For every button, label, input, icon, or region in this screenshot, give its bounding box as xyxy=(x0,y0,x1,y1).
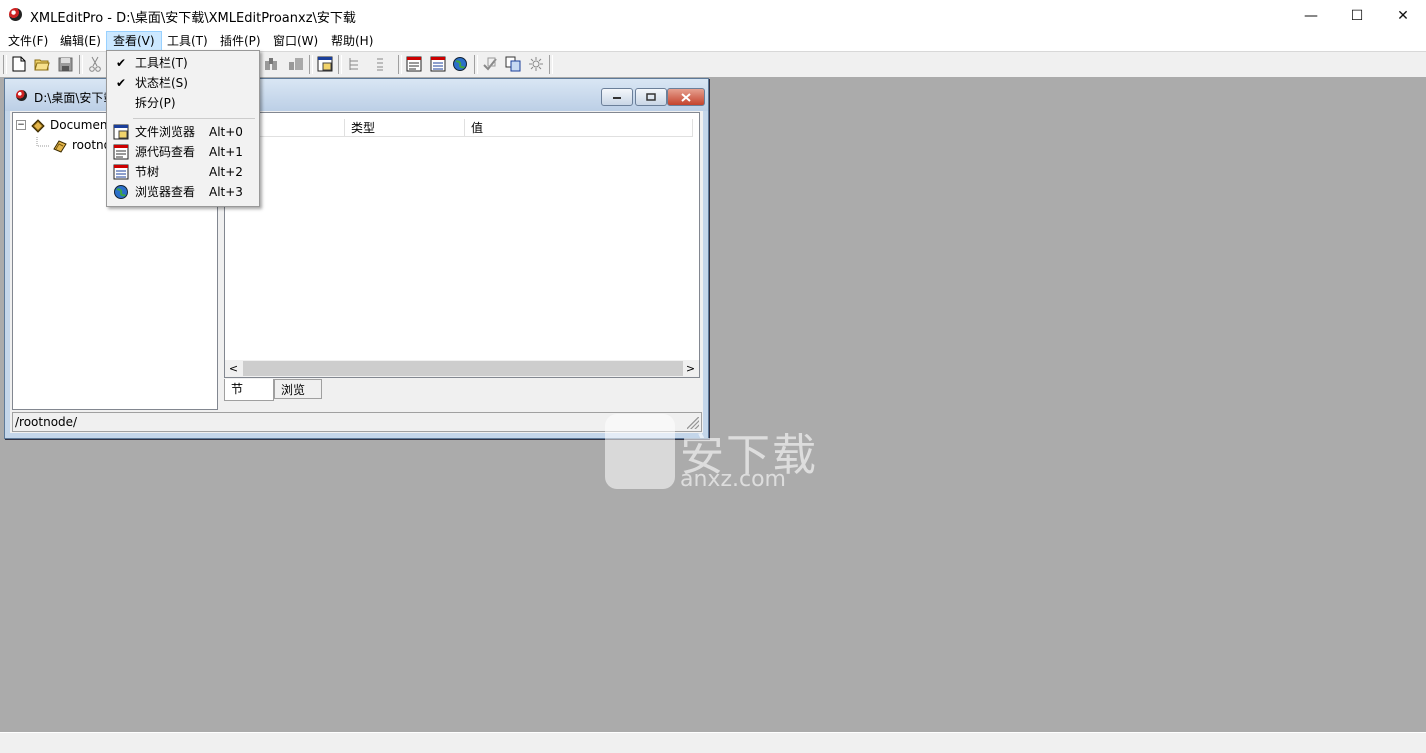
maximize-button[interactable]: ☐ xyxy=(1334,0,1380,31)
scroll-left-icon[interactable]: < xyxy=(225,360,242,377)
section-tree-icon[interactable] xyxy=(429,55,447,73)
cut-icon[interactable] xyxy=(86,55,104,73)
menu-tools[interactable]: 工具(T) xyxy=(161,32,214,50)
tree-node-document[interactable]: − Documen xyxy=(16,117,107,133)
menu-item-label: 文件浏览器 xyxy=(135,125,196,139)
toolbar-separator xyxy=(338,55,342,74)
menu-item-browser-view[interactable]: 浏览器查看 Alt+3 xyxy=(109,182,257,202)
tab-browse[interactable]: 浏览 xyxy=(274,379,322,399)
globe-icon xyxy=(114,185,128,199)
menu-item-section-tree[interactable]: 节树 Alt+2 xyxy=(109,162,257,182)
window-title: XMLEditPro - D:\桌面\安下载\XMLEditProanxz\安下… xyxy=(30,11,356,26)
menu-item-file-browser[interactable]: 文件浏览器 Alt+0 xyxy=(109,122,257,142)
element-node-icon xyxy=(53,140,67,153)
menu-item-label: 拆分(P) xyxy=(135,96,176,110)
file-browser-icon xyxy=(113,124,129,140)
menu-item-source-view[interactable]: 源代码查看 Alt+1 xyxy=(109,142,257,162)
toolbar-separator xyxy=(398,55,402,74)
menu-item-shortcut: Alt+3 xyxy=(209,185,243,199)
plugin-icon[interactable] xyxy=(527,55,545,73)
view-tabs: 节 浏览 xyxy=(224,379,698,409)
menu-bar: 文件(F) 编辑(E) 查看(V) 工具(T) 插件(P) 窗口(W) 帮助(H… xyxy=(0,31,1426,51)
menu-window[interactable]: 窗口(W) xyxy=(267,32,324,50)
find-icon[interactable] xyxy=(262,55,280,73)
status-bar xyxy=(0,732,1426,753)
file-browser-icon[interactable] xyxy=(316,55,334,73)
menu-item-split[interactable]: 拆分(P) xyxy=(109,93,257,113)
menu-edit[interactable]: 编辑(E) xyxy=(54,32,107,50)
status-path: /rootnode/ xyxy=(15,415,78,429)
menu-help[interactable]: 帮助(H) xyxy=(325,32,379,50)
column-header-value[interactable]: 值 xyxy=(465,119,693,137)
document-restore-button[interactable] xyxy=(635,88,667,106)
browser-icon[interactable] xyxy=(451,55,469,73)
menu-item-shortcut: Alt+2 xyxy=(209,165,243,179)
source-view-icon xyxy=(113,144,129,160)
minimize-button[interactable]: — xyxy=(1288,0,1334,31)
watermark-shield-icon xyxy=(605,414,675,489)
watermark-domain: anxz.com xyxy=(680,467,786,492)
menu-item-toolbar[interactable]: ✔ 工具栏(T) xyxy=(109,53,257,73)
save-icon[interactable] xyxy=(56,55,74,73)
menu-item-label: 浏览器查看 xyxy=(135,185,196,199)
replace-icon[interactable] xyxy=(287,55,305,73)
list-icon[interactable] xyxy=(371,55,389,73)
menu-item-label: 节树 xyxy=(135,165,160,179)
menu-view[interactable]: 查看(V) xyxy=(106,31,162,51)
tree-node-rootnode[interactable]: rootno xyxy=(36,137,111,153)
menu-item-statusbar[interactable]: ✔ 状态栏(S) xyxy=(109,73,257,93)
toolbar-separator xyxy=(474,55,478,74)
scroll-right-icon[interactable]: > xyxy=(682,360,699,377)
column-header-type[interactable]: 类型 xyxy=(345,119,465,137)
menu-item-label: 状态栏(S) xyxy=(135,76,188,90)
source-view-icon[interactable] xyxy=(405,55,423,73)
check-icon: ✔ xyxy=(115,76,127,90)
document-node-icon xyxy=(31,119,45,133)
toolbar-separator xyxy=(309,55,313,74)
menu-separator xyxy=(133,118,255,119)
menu-file[interactable]: 文件(F) xyxy=(2,32,54,50)
section-tree-icon xyxy=(113,164,129,180)
horizontal-scrollbar[interactable]: < > xyxy=(225,360,699,377)
toolbar-separator xyxy=(79,55,83,74)
menu-plugins[interactable]: 插件(P) xyxy=(214,32,267,50)
document-minimize-button[interactable] xyxy=(601,88,633,106)
collapse-icon[interactable]: − xyxy=(16,120,26,130)
document-close-button[interactable] xyxy=(667,88,705,106)
tab-section[interactable]: 节 xyxy=(224,379,274,401)
check-icon: ✔ xyxy=(115,56,127,70)
tree-connector-icon xyxy=(36,137,49,147)
toolbar-grip xyxy=(3,55,7,74)
new-icon[interactable] xyxy=(10,55,28,73)
validate-icon[interactable] xyxy=(481,55,499,73)
view-menu-dropdown: ✔ 工具栏(T) ✔ 状态栏(S) 拆分(P) 文件浏览器 Alt+0 源代码查… xyxy=(106,50,260,207)
app-icon xyxy=(9,8,22,21)
tree-icon[interactable] xyxy=(345,55,363,73)
menu-item-shortcut: Alt+1 xyxy=(209,145,243,159)
open-icon[interactable] xyxy=(33,55,51,73)
menu-item-label: 工具栏(T) xyxy=(135,56,188,70)
document-status-bar: /rootnode/ xyxy=(12,412,702,432)
document-app-icon xyxy=(16,90,27,101)
tree-node-document-label: Documen xyxy=(50,118,108,132)
scrollbar-thumb[interactable] xyxy=(243,361,683,376)
attribute-list[interactable]: 类型 值 < > xyxy=(224,112,700,378)
menu-item-shortcut: Alt+0 xyxy=(209,125,243,139)
document-window-title: D:\桌面\安下载 xyxy=(34,91,116,105)
copy-icon[interactable] xyxy=(504,55,522,73)
title-bar: XMLEditPro - D:\桌面\安下载\XMLEditProanxz\安下… xyxy=(0,0,1426,31)
close-button[interactable]: ✕ xyxy=(1380,0,1426,31)
menu-item-label: 源代码查看 xyxy=(135,145,196,159)
toolbar-separator xyxy=(549,55,553,74)
